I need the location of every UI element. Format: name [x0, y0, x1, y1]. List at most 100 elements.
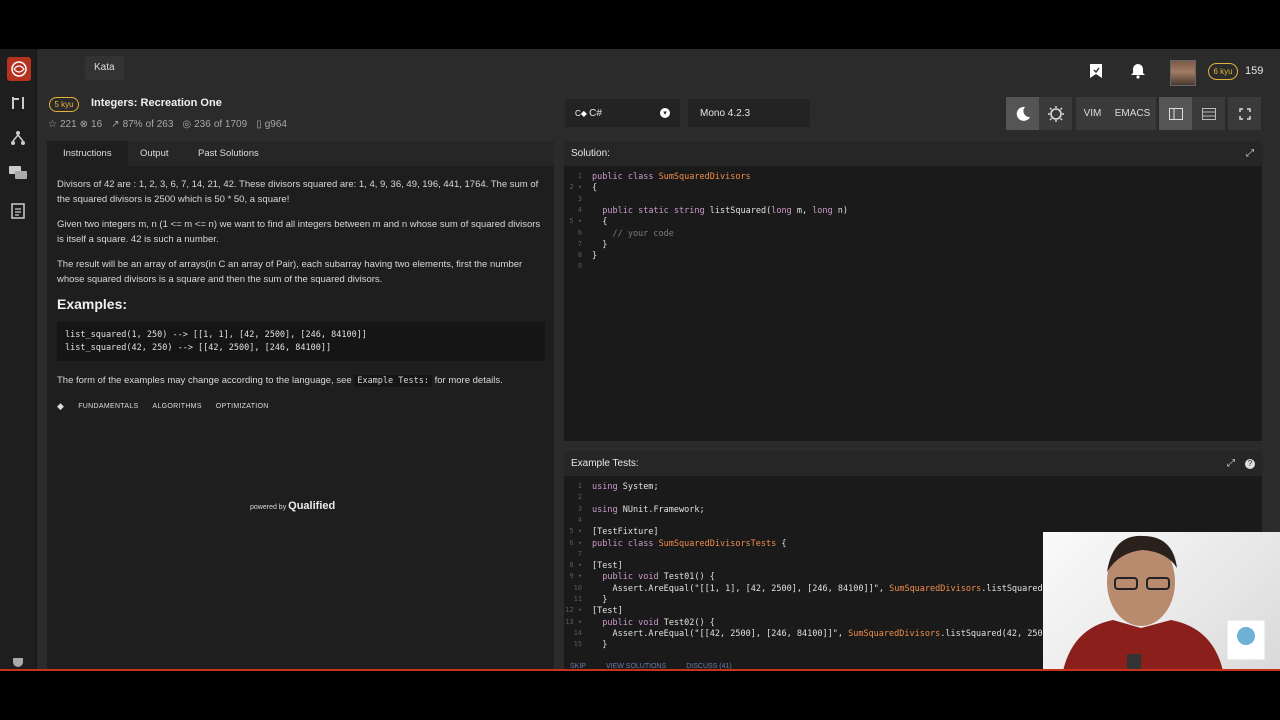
expand-icon[interactable]: ⤢ — [1246, 141, 1254, 166]
completed-of: of 1709 — [213, 119, 248, 130]
kata-tab[interactable]: Kata — [85, 56, 124, 80]
code-line: [Test] — [592, 561, 623, 572]
powered-by-text: powered by — [250, 504, 287, 511]
code-line: public static string listSquared(long m,… — [602, 205, 849, 216]
tests-title: Example Tests: — [571, 458, 639, 469]
line-number: 1 — [577, 482, 582, 490]
code-line: public void Test01() { — [602, 572, 715, 583]
stars-stat[interactable]: ☆ 221 ⊗ 16 — [48, 119, 102, 130]
split-horizontal-button[interactable] — [1192, 97, 1225, 130]
tag-optimization[interactable]: OPTIMIZATION — [216, 399, 269, 414]
moon-icon — [1016, 106, 1030, 121]
line-number: 2 — [577, 493, 582, 502]
code-line: // your code — [592, 228, 674, 239]
line-number: 13 ▾ — [565, 617, 582, 626]
line-number: 1 — [577, 172, 582, 180]
kata-rank-badge: 5 kyu — [49, 97, 79, 112]
tag-algorithms[interactable]: ALGORITHMS — [153, 399, 202, 414]
solution-title: Solution: — [571, 148, 610, 159]
inline-code: Example Tests: — [354, 375, 432, 387]
instructions-paragraph: Given two integers m, n (1 <= m <= n) we… — [57, 219, 541, 245]
instructions-paragraph: Divisors of 42 are : 1, 2, 3, 6, 7, 14, … — [57, 179, 539, 205]
line-number: 3 — [577, 504, 582, 513]
panel-tabs: Instructions Output Past Solutions — [47, 141, 554, 166]
stars-count: 221 — [59, 119, 77, 130]
fullscreen-button[interactable] — [1228, 97, 1261, 130]
target-icon: ◎ — [182, 119, 192, 130]
code-line: Assert.AreEqual("[[42, 2500], [246, 8410… — [612, 628, 1043, 639]
bell-icon[interactable] — [1129, 62, 1147, 80]
code-line: } — [602, 640, 608, 651]
code-line: [TestFixture] — [592, 527, 659, 538]
author-stat[interactable]: ▯ g964 — [256, 119, 287, 130]
note-text: The form of the examples may change acco… — [57, 375, 352, 386]
line-number: 5 ▾ — [569, 527, 582, 536]
chat-icon[interactable] — [8, 163, 28, 183]
user-avatar[interactable] — [1170, 60, 1196, 86]
thumbs-up-icon: ↗ — [111, 119, 120, 130]
line-number: 2 ▾ — [569, 183, 582, 192]
tag-fundamentals[interactable]: FUNDAMENTALS — [78, 399, 138, 414]
author-name[interactable]: g964 — [265, 119, 287, 130]
webcam-overlay — [1043, 532, 1280, 671]
line-number: 7 — [577, 549, 582, 558]
help-icon[interactable]: ? — [1245, 459, 1255, 469]
video-letterbox-bottom — [0, 671, 1280, 720]
line-number: 5 ▾ — [569, 217, 582, 226]
code-line: { — [592, 183, 598, 194]
codewars-logo[interactable] — [7, 57, 31, 81]
instructions-content: Divisors of 42 are : 1, 2, 3, 6, 7, 14, … — [57, 177, 545, 414]
kata-stats: ☆ 221 ⊗ 16 ↗ 87% of 263 ◎ 236 of 1709 ▯ g964 — [48, 119, 287, 130]
sidebar — [0, 49, 37, 671]
line-number: 15 — [573, 640, 582, 649]
line-number: 7 — [577, 239, 582, 248]
line-number: 12 ▾ — [565, 606, 582, 615]
qualified-logo-text: Qualified — [288, 500, 336, 512]
user-icon: ▯ — [256, 119, 262, 130]
tab-instructions[interactable]: Instructions — [47, 141, 128, 166]
emacs-button[interactable]: EMACS — [1109, 97, 1156, 130]
version-select[interactable]: Mono 4.2.3 — [688, 99, 810, 127]
video-letterbox-top — [0, 0, 1280, 49]
network-icon[interactable] — [8, 128, 28, 148]
code-line: [Test] — [592, 606, 623, 617]
document-icon[interactable] — [8, 201, 28, 221]
dark-mode-button[interactable] — [1006, 97, 1039, 130]
tag-list: ◆ FUNDAMENTALS ALGORITHMS OPTIMIZATION — [57, 399, 545, 414]
light-mode-button[interactable] — [1039, 97, 1072, 130]
vim-button[interactable]: VIM — [1076, 97, 1109, 130]
language-label: C# — [589, 107, 602, 119]
split-vertical-button[interactable] — [1159, 97, 1192, 130]
completed-stat: ◎ 236 of 1709 — [182, 119, 247, 130]
tag-icon: ◆ — [57, 401, 65, 411]
line-number: 9 ▾ — [569, 572, 582, 581]
presenter-shirt — [1063, 620, 1223, 671]
code-line: { — [602, 217, 608, 228]
star-icon: ☆ — [48, 119, 57, 130]
code-line: } — [602, 595, 608, 605]
solution-editor[interactable]: 1 public class SumSquaredDivisors 2 ▾ {3 4 p… — [564, 166, 1262, 441]
powered-by-qualified[interactable]: powered by Qualified — [250, 500, 335, 512]
chevron-down-icon: ▾ — [660, 108, 670, 118]
language-select[interactable]: C◆ C# ▾ — [565, 99, 680, 127]
followers-icon: ⊗ — [79, 119, 89, 130]
sun-icon — [1047, 105, 1064, 122]
instructions-paragraph: The result will be an array of arrays(in… — [57, 259, 523, 285]
bookmark-icon[interactable] — [1087, 62, 1105, 80]
codewars-app: Kata 6 kyu 159 5 kyu Integers: Recreatio… — [0, 49, 1280, 671]
code-line: } — [602, 239, 608, 250]
csharp-icon: C◆ — [575, 108, 590, 118]
tab-output[interactable]: Output — [124, 141, 185, 166]
example-code-block: list_squared(1, 250) --> [[1, 1], [42, 2… — [57, 322, 545, 361]
line-number: 4 — [577, 205, 582, 214]
line-number: 3 — [577, 194, 582, 203]
expand-icon[interactable]: ⤢ — [1227, 451, 1235, 476]
line-number: 6 — [577, 228, 582, 237]
tab-past-solutions[interactable]: Past Solutions — [182, 141, 275, 166]
code-line: public void Test02() { — [602, 617, 715, 628]
code-line: } — [592, 251, 598, 262]
pull-request-icon[interactable] — [8, 93, 28, 113]
code-line: public class SumSquaredDivisors — [592, 172, 751, 182]
expand-icon — [1238, 107, 1251, 120]
version-label: Mono 4.2.3 — [700, 107, 751, 119]
